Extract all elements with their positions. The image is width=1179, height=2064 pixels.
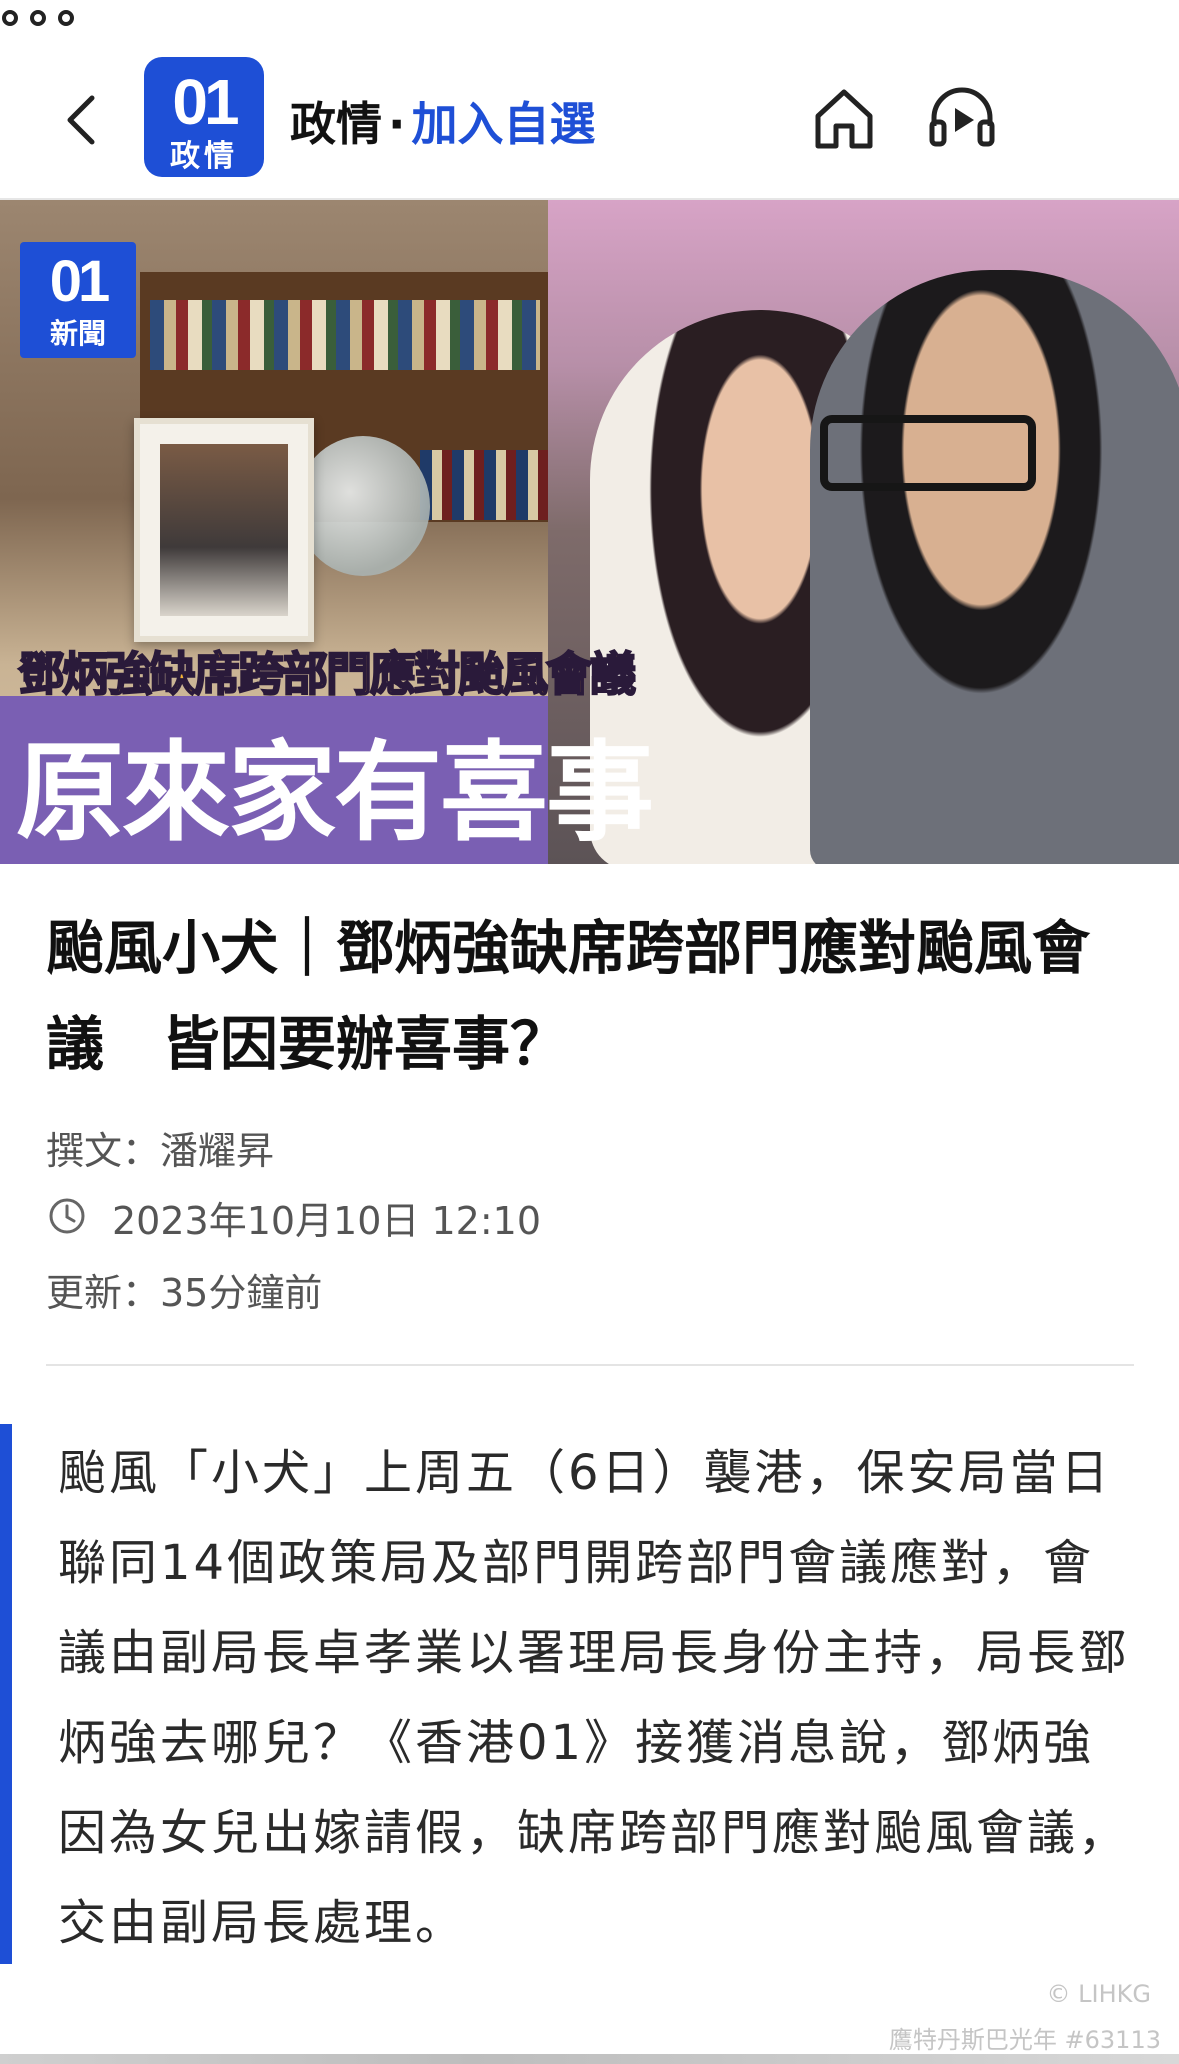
watermark-user: 鷹特丹斯巴光年 #63113 (888, 2026, 1161, 2054)
watermark-source: © LIHKG (1046, 1980, 1151, 2008)
back-icon[interactable] (62, 92, 102, 148)
separator: · (388, 97, 406, 151)
logo-number: 01 (172, 66, 239, 138)
glass-bowl (296, 436, 430, 576)
man-figure (810, 270, 1179, 864)
follow-button[interactable]: 加入自選 (411, 97, 595, 151)
channel-logo[interactable]: 01 政情 (144, 57, 264, 177)
audio-icon[interactable] (926, 82, 998, 154)
badge-label: 新聞 (49, 317, 106, 350)
updated-time: 更新：35分鐘前 (46, 1271, 323, 1315)
divider (46, 1364, 1134, 1366)
home-icon[interactable] (808, 82, 880, 154)
section-name: 政情 (290, 97, 382, 151)
article-lead-paragraph: 颱風「小犬」上周五（6日）襲港，保安局當日聯同14個政策局及部門開跨部門會議應對… (58, 1445, 1130, 1951)
badge-number: 01 (49, 249, 111, 314)
next-image-edge (0, 2054, 1179, 2064)
article-author: 撰文：潘耀昇 (46, 1129, 275, 1173)
publish-date: 2023年10月10日 12:10 (112, 1199, 542, 1243)
glasses (820, 415, 1036, 491)
more-icon[interactable] (0, 0, 76, 36)
hero-caption-top: 鄧炳強缺席跨部門應對颱風會議 (17, 646, 637, 702)
lead-highlight-bar (0, 1424, 12, 1964)
top-nav-bar: 01 政情 政情 · 加入自選 (0, 0, 1179, 200)
hero-caption-main: 原來家有喜事 (16, 731, 654, 856)
hero-image[interactable]: 01 新聞 鄧炳強缺席跨部門應對颱風會議 原來家有喜事 (0, 200, 1179, 864)
photo-frame (134, 418, 314, 642)
logo-label: 政情 (170, 139, 238, 174)
books-row (150, 300, 540, 370)
clock-icon (49, 1198, 85, 1234)
section-heading: 政情 · 加入自選 (290, 88, 595, 154)
framed-photo (160, 444, 288, 616)
news-badge: 01 新聞 (20, 242, 136, 358)
article-title: 颱風小犬｜鄧炳強缺席跨部門應對颱風會議 皆因要辦喜事？ (46, 914, 1091, 1078)
books-row-lower (420, 450, 548, 520)
